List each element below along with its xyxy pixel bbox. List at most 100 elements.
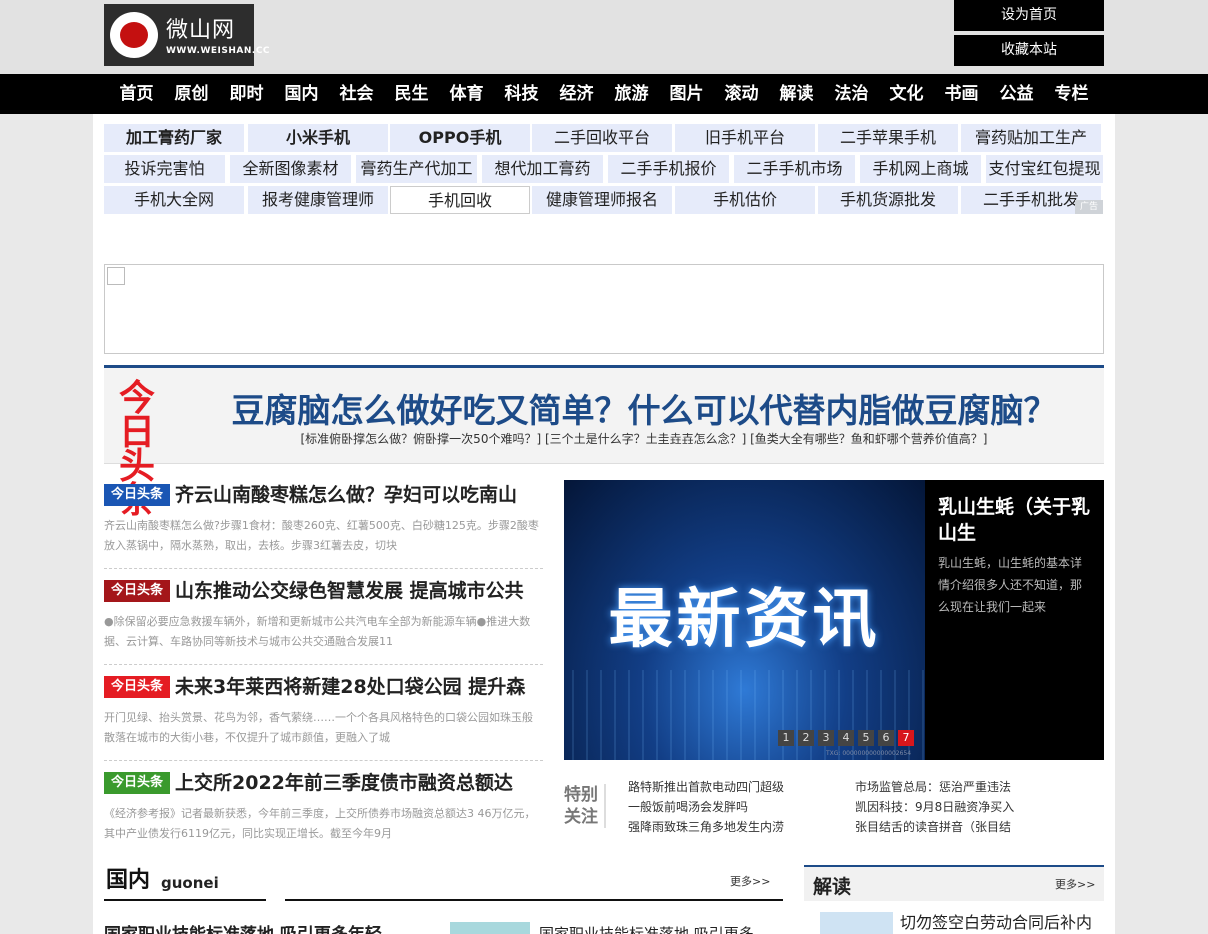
nav-item[interactable]: 公益: [989, 74, 1044, 114]
news-title[interactable]: 国家职业技能标准落地 吸引更多: [539, 922, 769, 934]
top-bar: 微山网 WWW.WEISHAN.CC 设为首页 收藏本站: [0, 0, 1208, 74]
slider-dot[interactable]: 5: [858, 730, 874, 746]
keyword-ad-link[interactable]: 二手回收平台: [532, 124, 672, 152]
keyword-ad-link[interactable]: 手机网上商城: [860, 155, 981, 183]
keyword-ad-link[interactable]: 想代加工膏药: [482, 155, 603, 183]
news-desc: ●除保留必要应急救援车辆外，新增和更新城市公共汽电车全部为新能源车辆●推进大数据…: [104, 615, 531, 648]
keyword-ad-link[interactable]: 支付宝红包提现: [986, 155, 1103, 183]
focus-item[interactable]: 凯因科技：9月8日融资净买入: [855, 798, 1014, 815]
slider-credit: TXG: 000000000000002654: [826, 750, 912, 757]
news-tag: 今日头条: [104, 772, 170, 794]
nav-item[interactable]: 体育: [439, 74, 494, 114]
nav-item[interactable]: 民生: [384, 74, 439, 114]
keyword-ad-link[interactable]: 手机回收: [390, 186, 530, 214]
keyword-ad-link[interactable]: 报考健康管理师: [248, 186, 388, 214]
bookmark-button[interactable]: 收藏本站: [954, 35, 1104, 66]
keyword-ad-link[interactable]: 手机大全网: [104, 186, 244, 214]
slider-dot[interactable]: 1: [778, 730, 794, 746]
focus-item[interactable]: 强降雨致珠三角多地发生内涝: [628, 818, 784, 835]
nav-item[interactable]: 科技: [494, 74, 549, 114]
nav-item[interactable]: 滚动: [714, 74, 769, 114]
nav-item[interactable]: 首页: [109, 74, 164, 114]
keyword-ad-link[interactable]: 膏药贴加工生产: [961, 124, 1101, 152]
nav-item[interactable]: 图片: [659, 74, 714, 114]
news-desc: 齐云山南酸枣糕怎么做?步骤1食材：酸枣260克、红薯500克、白砂糖125克。步…: [104, 519, 539, 552]
headline-logo-top: 今日: [119, 378, 158, 453]
keyword-ad-link[interactable]: 手机估价: [675, 186, 815, 214]
news-thumbnail[interactable]: [820, 912, 893, 934]
main-content: 加工膏药厂家 小米手机 OPPO手机 二手回收平台 旧手机平台 二手苹果手机 膏药贴加工生产…: [93, 114, 1115, 934]
logo-mark-icon: [110, 12, 158, 58]
news-item: 今日头条 上交所2022年前三季度债市融资总额达 《经济参考报》记者最新获悉，今…: [104, 768, 543, 856]
keyword-ad-link[interactable]: 小米手机: [248, 124, 388, 152]
focus-item[interactable]: 一般饭前喝汤会发胖吗: [628, 798, 748, 815]
slider-image-text: 最新资讯: [608, 583, 881, 657]
news-tag: 今日头条: [104, 484, 170, 506]
nav-item[interactable]: 旅游: [604, 74, 659, 114]
news-item: 今日头条 山东推动公交绿色智慧发展 提高城市公共 ●除保留必要应急救援车辆外，新…: [104, 576, 543, 665]
section-title-jiedu: 解读: [813, 876, 852, 898]
news-item: 今日头条 未来3年莱西将新建28处口袋公园 提升森 开门见绿、抬头赏景、花鸟为邻…: [104, 672, 543, 761]
headline-sub-links[interactable]: [标准俯卧撑怎么做？俯卧撑一次50个难吗？] [三个土是什么字？土圭垚壵怎么念？…: [214, 430, 1074, 447]
slider-caption[interactable]: 乳山生蚝（关于乳山生: [938, 494, 1098, 546]
focus-item[interactable]: 张目结舌的读音拼音（张目结: [855, 818, 1011, 835]
news-title[interactable]: 齐云山南酸枣糕怎么做？孕妇可以吃南山: [175, 480, 543, 510]
more-link-guonei[interactable]: 更多>>: [730, 873, 770, 889]
nav-item[interactable]: 专栏: [1044, 74, 1099, 114]
nav-item[interactable]: 即时: [219, 74, 274, 114]
section-subtitle-guonei: guonei: [161, 874, 219, 892]
slider-desc: 乳山生蚝，山生蚝的基本详情介绍很多人还不知道，那么现在让我们一起来: [938, 556, 1083, 614]
slider-dot[interactable]: 2: [798, 730, 814, 746]
news-title[interactable]: 上交所2022年前三季度债市融资总额达: [175, 768, 543, 798]
news-title[interactable]: 国家职业技能标准落地 吸引更多年轻: [104, 920, 434, 934]
logo-name: 微山网: [166, 18, 236, 43]
slider-dot[interactable]: 7: [898, 730, 914, 746]
nav-item[interactable]: 国内: [274, 74, 329, 114]
keyword-ad-link[interactable]: 手机货源批发: [818, 186, 958, 214]
keyword-ad-link[interactable]: OPPO手机: [390, 124, 530, 152]
site-logo[interactable]: 微山网 WWW.WEISHAN.CC: [104, 4, 270, 66]
ad-banner[interactable]: [104, 264, 1104, 354]
keyword-ad-link[interactable]: 膏药生产代加工: [356, 155, 477, 183]
slider-image[interactable]: 最新资讯: [564, 480, 925, 760]
news-thumbnail[interactable]: [450, 922, 530, 934]
headline-title[interactable]: 豆腐脑怎么做好吃又简单？什么可以代替内脂做豆腐脑？: [214, 384, 1074, 432]
keyword-ad-link[interactable]: 旧手机平台: [675, 124, 815, 152]
section-header-jiedu: 解读 更多>>: [804, 865, 1104, 901]
news-title[interactable]: 山东推动公交绿色智慧发展 提高城市公共: [175, 576, 543, 606]
section-underline: [285, 899, 783, 901]
news-title[interactable]: 未来3年莱西将新建28处口袋公园 提升森: [175, 672, 543, 702]
nav-item[interactable]: 原创: [164, 74, 219, 114]
set-home-button[interactable]: 设为首页: [954, 0, 1104, 31]
ad-tag: 广告: [1075, 200, 1103, 214]
keyword-ad-link[interactable]: 二手手机报价: [608, 155, 729, 183]
news-desc: 开门见绿、抬头赏景、花鸟为邻，香气萦绕……一个个各具风格特色的口袋公园如珠玉般散…: [104, 711, 533, 744]
news-title[interactable]: 切勿签空白劳动合同后补内: [900, 912, 1105, 934]
logo-url: WWW.WEISHAN.CC: [166, 46, 271, 56]
news-tag: 今日头条: [104, 580, 170, 602]
slider-dot[interactable]: 4: [838, 730, 854, 746]
news-item: 今日头条 齐云山南酸枣糕怎么做？孕妇可以吃南山 齐云山南酸枣糕怎么做?步骤1食材…: [104, 480, 543, 569]
headline-block: 今日 头条 豆腐脑怎么做好吃又简单？什么可以代替内脂做豆腐脑？ [标准俯卧撑怎么…: [104, 365, 1104, 519]
nav-item[interactable]: 社会: [329, 74, 384, 114]
keyword-ad-link[interactable]: 健康管理师报名: [532, 186, 672, 214]
focus-item[interactable]: 路特斯推出首款电动四门超级: [628, 778, 784, 795]
main-nav: 首页 原创 即时 国内 社会 民生 体育 科技 经济 旅游 图片 滚动 解读 法治 文化 书画 公益 专栏: [0, 74, 1208, 114]
keyword-ad-link[interactable]: 二手手机市场: [734, 155, 855, 183]
keyword-ad-link[interactable]: 投诉完害怕: [104, 155, 225, 183]
nav-item[interactable]: 经济: [549, 74, 604, 114]
image-slider: 最新资讯 乳山生蚝（关于乳山生 乳山生蚝，山生蚝的基本详情介绍很多人还不知道，那…: [564, 480, 1104, 760]
keyword-ad-link[interactable]: 二手苹果手机: [818, 124, 958, 152]
nav-item[interactable]: 解读: [769, 74, 824, 114]
nav-item[interactable]: 法治: [824, 74, 879, 114]
keyword-ad-link[interactable]: 全新图像素材: [230, 155, 351, 183]
focus-item[interactable]: 市场监管总局：惩治严重违法: [855, 778, 1011, 795]
slider-image-grid: [564, 670, 925, 760]
focus-label: 特别关注: [564, 784, 606, 828]
slider-dot[interactable]: 6: [878, 730, 894, 746]
nav-item[interactable]: 书画: [934, 74, 989, 114]
nav-item[interactable]: 文化: [879, 74, 934, 114]
slider-dot[interactable]: 3: [818, 730, 834, 746]
keyword-ad-link[interactable]: 加工膏药厂家: [104, 124, 244, 152]
more-link-jiedu[interactable]: 更多>>: [1055, 876, 1095, 892]
